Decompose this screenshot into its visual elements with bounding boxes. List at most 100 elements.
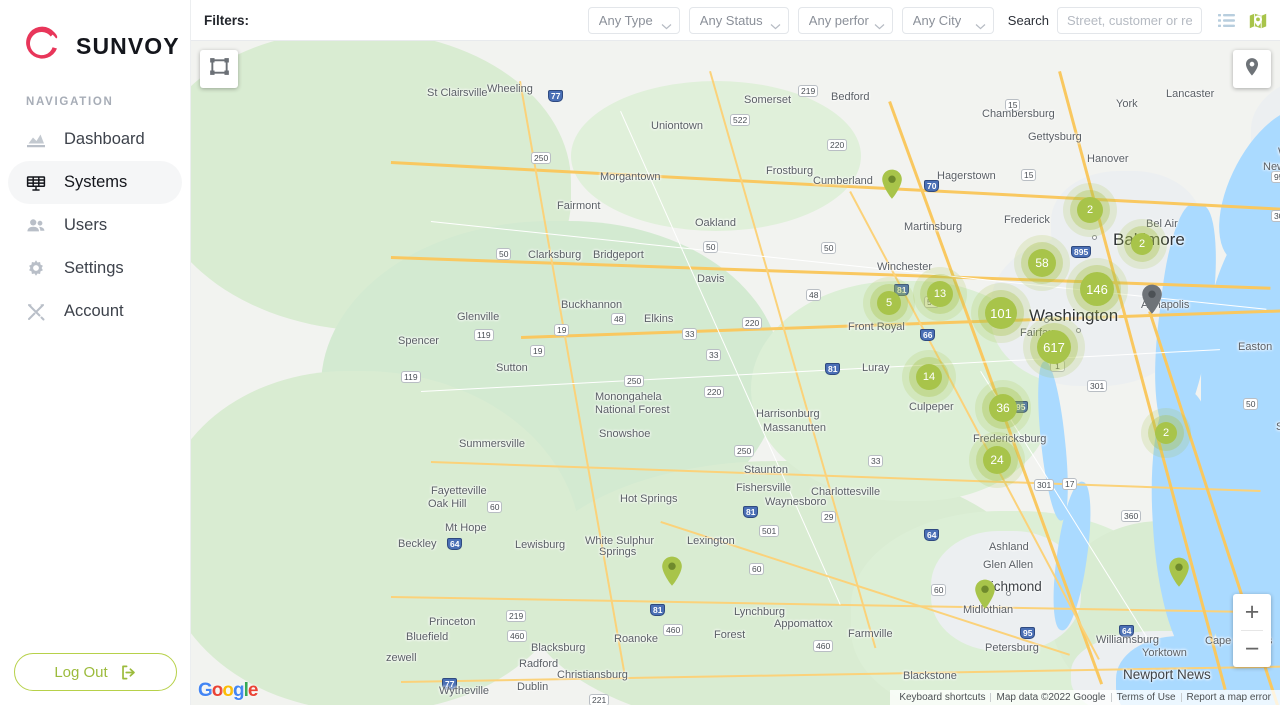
map-route-shield: 19 — [554, 324, 569, 336]
map-route-shield: 60 — [749, 563, 764, 575]
map-viewport[interactable]: 77 70 81 66 81 95 81 64 81 95 64 895 64 … — [191, 41, 1280, 705]
map-route-shield: 50 — [821, 242, 836, 254]
filter-status-select[interactable]: Any Status — [689, 7, 789, 34]
map-location-pin[interactable] — [1168, 557, 1190, 587]
keyboard-shortcuts-link[interactable]: Keyboard shortcuts — [894, 692, 990, 703]
map-route-shield: 81 — [825, 363, 840, 375]
zoom-in-button[interactable]: + — [1233, 594, 1271, 630]
map-cluster-marker[interactable]: 101 — [985, 297, 1017, 329]
filter-type-select[interactable]: Any Type — [588, 7, 680, 34]
map-location-pin[interactable] — [881, 169, 903, 199]
chevron-down-icon — [874, 17, 885, 24]
map-route-shield: 77 — [548, 90, 563, 102]
map-route-shield: 119 — [401, 371, 421, 383]
map-place-label: zewell — [386, 652, 417, 664]
map-cluster-marker[interactable]: 36 — [989, 394, 1017, 422]
sidebar-item-systems[interactable]: Systems — [8, 161, 182, 204]
map-route-shield: 95 — [1020, 627, 1035, 639]
map-place-label: Blacksburg — [531, 642, 585, 654]
map-place-label: Hagerstown — [937, 170, 996, 182]
map-place-label: Williamsburg — [1096, 634, 1159, 646]
solar-panel-icon — [26, 173, 46, 193]
map-place-label: Oakland — [695, 217, 736, 229]
map-route-shield: 301 — [1271, 210, 1280, 222]
map-place-label: Lancaster — [1166, 88, 1214, 100]
terms-of-use-link[interactable]: Terms of Use — [1112, 692, 1181, 703]
map-route-shield: 301 — [1034, 479, 1054, 491]
sidebar-item-settings[interactable]: Settings — [8, 247, 182, 290]
map-place-label: Cumberland — [813, 175, 873, 187]
map-place-label: Roanoke — [614, 633, 658, 645]
sidebar-item-label: Systems — [64, 173, 127, 192]
map-route-shield: 221 — [589, 694, 609, 705]
logout-icon — [120, 664, 137, 681]
logout-button[interactable]: Log Out — [14, 653, 177, 691]
map-cluster-marker[interactable]: 13 — [927, 281, 953, 307]
map-cluster-marker[interactable]: 24 — [983, 446, 1011, 474]
sidebar-item-dashboard[interactable]: Dashboard — [8, 118, 182, 161]
map-cluster-marker[interactable]: 2 — [1155, 422, 1177, 444]
map-place-label: Bluefield — [406, 631, 448, 643]
filter-status-value: Any Status — [700, 13, 763, 28]
map-terrain — [571, 81, 861, 231]
map-place-label: Yorktown — [1142, 647, 1187, 659]
sidebar: SUNVOY NAVIGATION Dashboard — [0, 0, 191, 705]
map-place-label: Winchester — [877, 261, 932, 273]
map-cluster-marker[interactable]: 617 — [1037, 330, 1071, 364]
map-place-label: Mt Hope — [445, 522, 487, 534]
map-place-label: Front Royal — [848, 321, 905, 333]
map-view-icon[interactable] — [1249, 12, 1266, 29]
map-route-shield: 460 — [663, 624, 683, 636]
sidebar-item-account[interactable]: Account — [8, 290, 182, 333]
map-place-label: Dublin — [517, 681, 548, 693]
search-label: Search — [1008, 13, 1049, 28]
map-route-shield: 15 — [1021, 169, 1036, 181]
map-cluster-marker[interactable]: 14 — [916, 364, 942, 390]
map-place-label: Morgantown — [600, 171, 661, 183]
map-place-label: Chambersburg — [982, 108, 1055, 120]
map-route-shield: 50 — [703, 241, 718, 253]
map-place-label: Petersburg — [985, 642, 1039, 654]
report-map-error-link[interactable]: Report a map error — [1182, 692, 1276, 703]
map-place-label: Bedford — [831, 91, 870, 103]
map-location-pin[interactable] — [1141, 284, 1163, 314]
draw-shape-button[interactable] — [200, 50, 238, 88]
map-place-label: Buckhannon — [561, 299, 622, 311]
map-cluster-marker[interactable]: 2 — [1077, 197, 1103, 223]
map-place-label: Lexington — [687, 535, 735, 547]
map-route-shield: 895 — [1071, 246, 1091, 258]
map-cluster-marker[interactable]: 5 — [877, 291, 901, 315]
map-place-label: Fishersville — [736, 482, 791, 494]
filter-performance-select[interactable]: Any perform — [798, 7, 893, 34]
map-place-label: Glen Allen — [983, 559, 1033, 571]
locate-button[interactable] — [1233, 50, 1271, 88]
zoom-out-button[interactable]: − — [1233, 631, 1271, 667]
map-location-pin[interactable] — [974, 579, 996, 609]
chevron-down-icon — [975, 17, 986, 24]
map-cluster-marker[interactable]: 2 — [1131, 233, 1153, 255]
map-route-shield: 301 — [1087, 380, 1107, 392]
map-place-label: Lynchburg — [734, 606, 785, 618]
map-place-label: Martinsburg — [904, 221, 962, 233]
logout-label: Log Out — [54, 664, 107, 681]
map-cluster-marker[interactable]: 58 — [1028, 249, 1056, 277]
map-canvas[interactable]: 77 70 81 66 81 95 81 64 81 95 64 895 64 … — [191, 41, 1280, 705]
map-route-shield: 64 — [924, 529, 939, 541]
map-route-shield: 33 — [868, 455, 883, 467]
map-route-shield: 460 — [507, 630, 527, 642]
list-view-icon[interactable] — [1218, 12, 1235, 29]
sidebar-item-users[interactable]: Users — [8, 204, 182, 247]
map-place-label: Gettysburg — [1028, 131, 1082, 143]
area-chart-icon — [26, 130, 46, 150]
map-location-pin[interactable] — [661, 556, 683, 586]
map-route-shield: 19 — [530, 345, 545, 357]
search-input[interactable] — [1057, 7, 1202, 34]
map-place-label: Forest — [714, 629, 745, 641]
map-route-shield: 66 — [920, 329, 935, 341]
map-route-shield: 60 — [931, 584, 946, 596]
map-cluster-marker[interactable]: 146 — [1080, 272, 1114, 306]
map-place-label: Farmville — [848, 628, 893, 640]
sidebar-item-label: Dashboard — [64, 130, 145, 149]
nav-heading: NAVIGATION — [26, 96, 190, 108]
filter-city-select[interactable]: Any City — [902, 7, 994, 34]
